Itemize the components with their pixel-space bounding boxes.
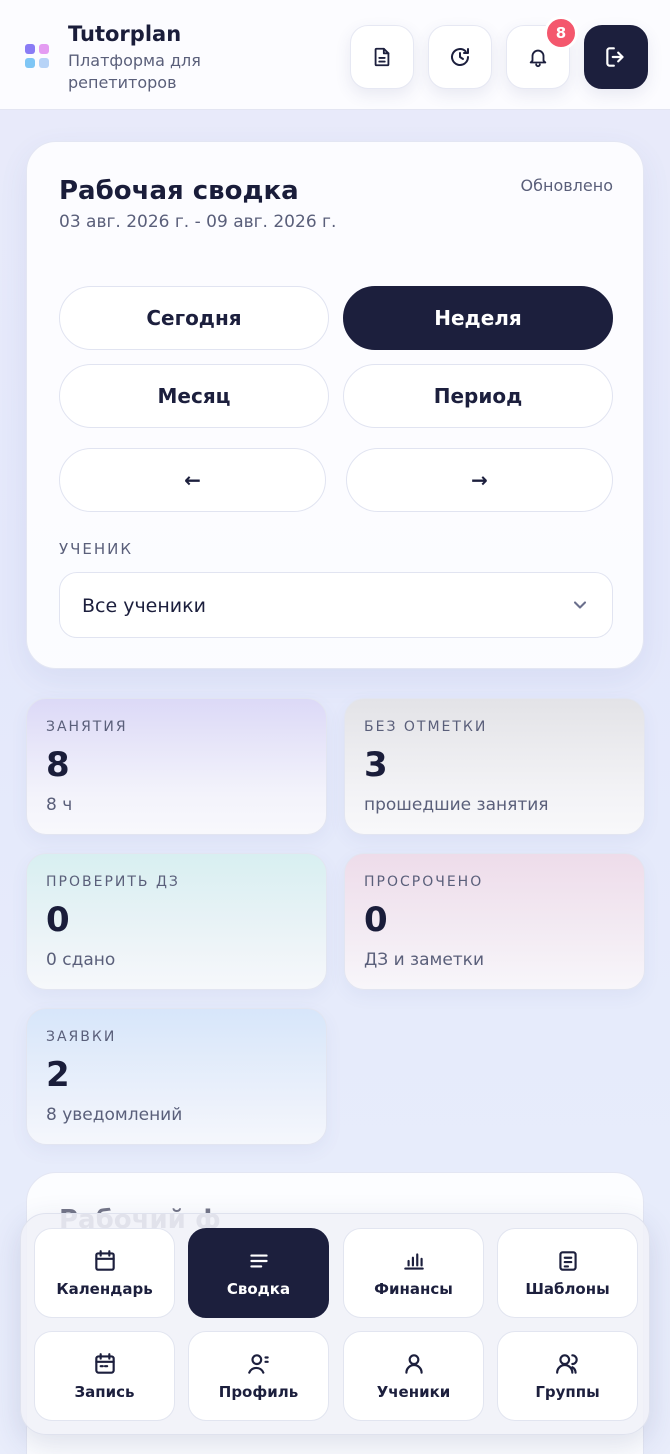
notifications-badge: 8: [544, 16, 578, 50]
stat-requests[interactable]: ЗАЯВКИ 2 8 уведомлений: [26, 1008, 327, 1145]
stat-sub: 8 уведомлений: [46, 1105, 183, 1125]
chart-icon: [403, 1253, 424, 1270]
stat-unmarked[interactable]: БЕЗ ОТМЕТКИ 3 прошедшие занятия: [344, 698, 645, 835]
logout-icon: [606, 47, 624, 67]
history-icon: [451, 48, 469, 66]
stat-sub: 8 ч: [46, 795, 73, 815]
group-icon: [555, 1354, 578, 1374]
prev-period-button[interactable]: ←: [59, 448, 326, 512]
student-label: УЧЕНИК: [59, 540, 134, 558]
stat-sub: 0 сдано: [46, 950, 116, 970]
document-icon: [374, 47, 390, 67]
student-icon: [404, 1354, 423, 1374]
bottom-navigation: Календарь Сводка Финансы Шаблоны Запись …: [20, 1213, 650, 1435]
profile-icon: [247, 1354, 269, 1374]
brand-title: Tutorplan: [68, 22, 182, 46]
stat-label: ЗАНЯТИЯ: [46, 719, 128, 735]
stat-value: 0: [364, 900, 388, 940]
stat-check-homework[interactable]: ПРОВЕРИТЬ ДЗ 0 0 сдано: [26, 853, 327, 990]
stat-lessons[interactable]: ЗАНЯТИЯ 8 8 ч: [26, 698, 327, 835]
calendar-icon: [94, 1250, 115, 1271]
stat-sub: ДЗ и заметки: [364, 950, 484, 970]
nav-finance[interactable]: Финансы: [343, 1228, 484, 1318]
nav-groups[interactable]: Группы: [497, 1331, 638, 1421]
document-button[interactable]: [350, 25, 414, 89]
next-period-button[interactable]: →: [346, 448, 613, 512]
brand-subtitle: Платформа для репетиторов: [68, 51, 201, 92]
chevron-down-icon: [573, 601, 587, 609]
nav-templates[interactable]: Шаблоны: [497, 1228, 638, 1318]
bell-icon: [529, 49, 547, 68]
app-header: Tutorplan Платформа для репетиторов 8: [0, 0, 670, 110]
student-select[interactable]: Все ученики: [59, 572, 613, 638]
stat-label: ПРОСРОЧЕНО: [364, 874, 484, 890]
nav-students[interactable]: Ученики: [343, 1331, 484, 1421]
stat-value: 3: [364, 745, 388, 785]
stat-label: БЕЗ ОТМЕТКИ: [364, 719, 488, 735]
period-month-button[interactable]: Месяц: [59, 364, 329, 428]
stat-value: 0: [46, 900, 70, 940]
updated-status: Обновлено: [520, 176, 613, 195]
stat-label: ПРОВЕРИТЬ ДЗ: [46, 874, 180, 890]
stat-value: 8: [46, 745, 70, 785]
nav-summary[interactable]: Сводка: [188, 1228, 329, 1318]
history-button[interactable]: [428, 25, 492, 89]
logo-icon: [25, 44, 51, 70]
stat-label: ЗАЯВКИ: [46, 1029, 117, 1045]
date-range: 03 авг. 2026 г. - 09 авг. 2026 г.: [59, 212, 337, 232]
nav-booking[interactable]: Запись: [34, 1331, 175, 1421]
stat-sub: прошедшие занятия: [364, 795, 549, 815]
nav-calendar[interactable]: Календарь: [34, 1228, 175, 1318]
stat-value: 2: [46, 1055, 70, 1095]
booking-icon: [94, 1353, 115, 1374]
template-icon: [558, 1251, 577, 1271]
summary-card: Рабочая сводка Обновлено 03 авг. 2026 г.…: [26, 141, 644, 669]
period-today-button[interactable]: Сегодня: [59, 286, 329, 350]
logout-button[interactable]: [584, 25, 648, 89]
summary-title: Рабочая сводка: [59, 176, 299, 206]
summary-icon: [249, 1254, 268, 1268]
period-week-button[interactable]: Неделя: [343, 286, 613, 350]
student-select-value: Все ученики: [82, 595, 206, 617]
stat-overdue[interactable]: ПРОСРОЧЕНО 0 ДЗ и заметки: [344, 853, 645, 990]
period-custom-button[interactable]: Период: [343, 364, 613, 428]
nav-profile[interactable]: Профиль: [188, 1331, 329, 1421]
